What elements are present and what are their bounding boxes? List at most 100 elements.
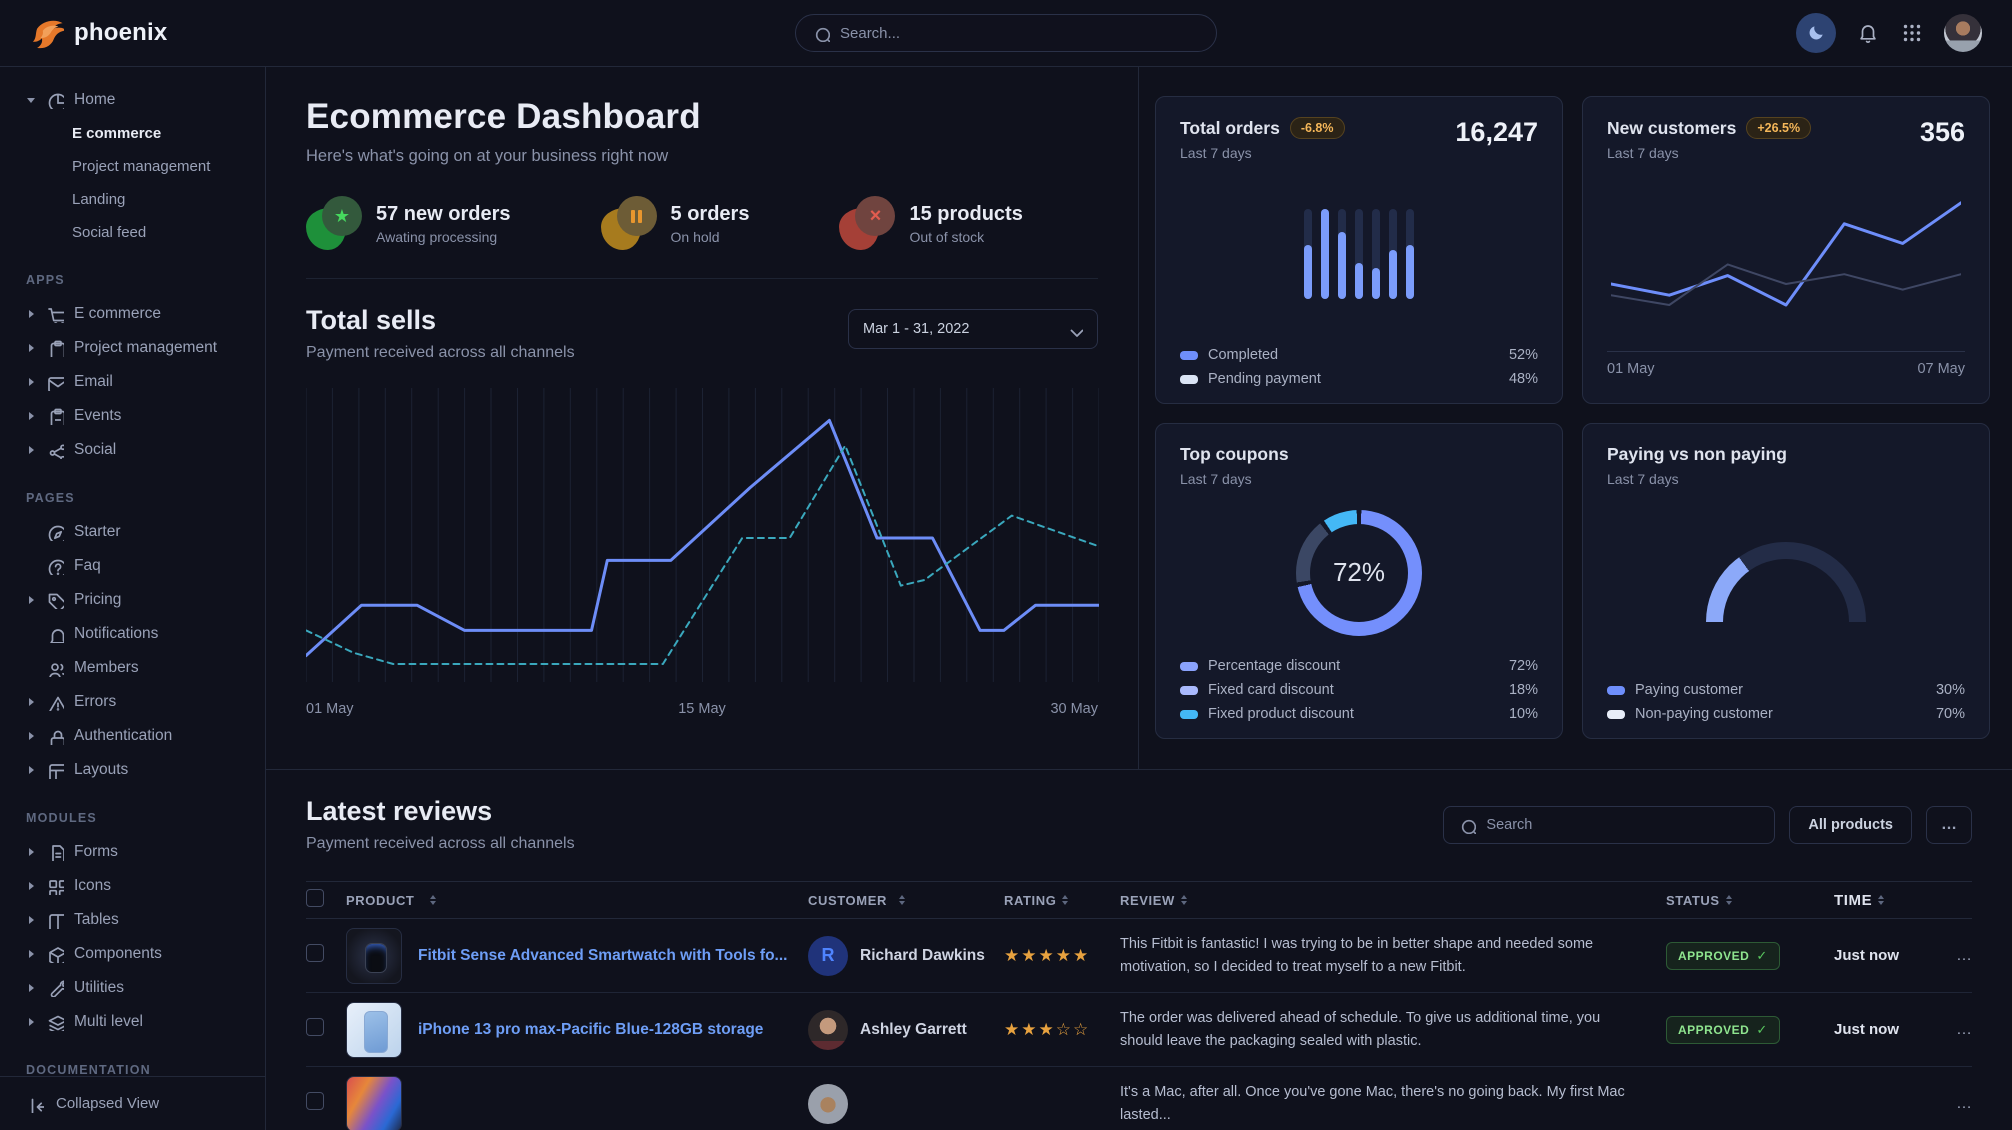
row-checkbox[interactable]	[306, 1018, 324, 1036]
collapse-label: Collapsed View	[56, 1095, 159, 1112]
new-orders-blob: ★	[306, 196, 362, 252]
sidebar-item-e-commerce[interactable]: E commerce	[0, 117, 265, 150]
stat-caption: Awating processing	[376, 229, 511, 245]
row-more-button[interactable]: …	[1944, 1021, 1972, 1039]
navbar-actions	[1796, 13, 1982, 53]
customer-cell[interactable]: R Richard Dawkins	[808, 936, 1004, 976]
product-thumbnail[interactable]	[346, 928, 402, 984]
sidebar-item-members[interactable]: Members	[0, 651, 265, 685]
caret-down-icon	[27, 98, 35, 103]
order-stats-row: ★ 57 new orders Awating processing	[306, 196, 1098, 279]
customer-cell[interactable]: Ashley Garrett	[808, 1010, 1004, 1050]
stat-out-of-stock: × 15 products Out of stock	[839, 196, 1022, 252]
sidebar-item-events[interactable]: Events	[0, 399, 265, 433]
column-header-time[interactable]: TIME	[1834, 892, 1944, 909]
new-customers-value: 356	[1920, 117, 1965, 148]
caret-right-icon	[29, 310, 34, 318]
sidebar-item-utilities[interactable]: Utilities	[0, 971, 265, 1005]
sidebar-item-pricing[interactable]: Pricing	[0, 583, 265, 617]
product-link[interactable]: Fitbit Sense Advanced Smartwatch with To…	[418, 947, 787, 965]
sidebar-section-apps: APPS	[0, 249, 265, 297]
all-products-button[interactable]: All products	[1789, 806, 1912, 844]
apps-grid-button[interactable]	[1900, 21, 1924, 45]
star-icon: ★	[1039, 1020, 1056, 1039]
global-search-input[interactable]	[840, 25, 1200, 42]
sidebar-item-errors[interactable]: Errors	[0, 685, 265, 719]
row-more-button[interactable]: …	[1944, 1095, 1972, 1113]
select-all-checkbox[interactable]	[306, 889, 324, 907]
top-navbar: phoenix	[0, 0, 2012, 67]
review-text: This Fitbit is fantastic! I was trying t…	[1120, 933, 1636, 978]
customer-name: Richard Dawkins	[860, 947, 985, 965]
sidebar-item-faq[interactable]: Faq	[0, 549, 265, 583]
sidebar-item-social-feed[interactable]: Social feed	[0, 216, 265, 249]
card-title: Top coupons	[1180, 444, 1289, 465]
sidebar-item-notifications[interactable]: Notifications	[0, 617, 265, 651]
notifications-button[interactable]	[1856, 21, 1880, 45]
rating-stars: ★★★☆☆	[1004, 1020, 1090, 1039]
sidebar-item-social[interactable]: Social	[0, 433, 265, 467]
sidebar-item-authentication[interactable]: Authentication	[0, 719, 265, 753]
caret-right-icon	[29, 848, 34, 856]
caret-right-icon	[29, 882, 34, 890]
date-range-select[interactable]: Mar 1 - 31, 2022	[848, 309, 1098, 349]
moon-icon	[1806, 23, 1826, 43]
sidebar-item-project-management[interactable]: Project management	[0, 150, 265, 183]
lock-icon	[46, 727, 64, 745]
product-thumbnail[interactable]	[346, 1076, 402, 1130]
review-row: iPhone 13 pro max-Pacific Blue-128GB sto…	[306, 993, 1972, 1067]
sidebar-item-home[interactable]: Home	[0, 83, 265, 117]
sort-icon	[1726, 895, 1732, 905]
row-more-button[interactable]: …	[1944, 947, 1972, 965]
column-header-rating[interactable]: RATING	[1004, 893, 1120, 908]
sidebar-item-layouts[interactable]: Layouts	[0, 753, 265, 787]
cart-icon	[46, 305, 64, 323]
layers-icon	[46, 1013, 64, 1031]
global-search[interactable]	[795, 14, 1217, 52]
product-thumbnail[interactable]	[346, 1002, 402, 1058]
sidebar-item-e-commerce[interactable]: E commerce	[0, 297, 265, 331]
total-sells-header: Total sells Payment received across all …	[306, 305, 1098, 362]
review-text: The order was delivered ahead of schedul…	[1120, 1007, 1636, 1052]
product-link[interactable]: iPhone 13 pro max-Pacific Blue-128GB sto…	[418, 1021, 763, 1039]
collapse-sidebar-button[interactable]: Collapsed View	[0, 1076, 265, 1130]
star-icon: ★	[1004, 946, 1021, 965]
columns-icon	[46, 911, 64, 929]
sidebar-item-project-management[interactable]: Project management	[0, 331, 265, 365]
sidebar-item-landing[interactable]: Landing	[0, 183, 265, 216]
column-header-customer[interactable]: CUSTOMER	[808, 893, 1004, 908]
check-icon: ✓	[1756, 1022, 1767, 1038]
stat-orders-on-hold: 5 orders On hold	[601, 196, 750, 252]
sidebar-item-tables[interactable]: Tables	[0, 903, 265, 937]
row-checkbox[interactable]	[306, 1092, 324, 1110]
new-customers-x-labels: 01 May 07 May	[1607, 351, 1965, 377]
reviews-table: PRODUCT CUSTOMER RATING REVIEW STATUS	[306, 881, 1972, 1130]
card-period: Last 7 days	[1180, 145, 1345, 161]
brand-logo[interactable]: phoenix	[30, 16, 167, 50]
column-header-product[interactable]: PRODUCT	[346, 893, 808, 908]
sidebar-item-forms[interactable]: Forms	[0, 835, 265, 869]
user-avatar[interactable]	[1944, 14, 1982, 52]
reviews-search-input[interactable]	[1486, 817, 1760, 833]
review-time: Just now	[1834, 947, 1944, 964]
sidebar-item-components[interactable]: Components	[0, 937, 265, 971]
column-header-review[interactable]: REVIEW	[1120, 893, 1666, 908]
box-icon	[46, 945, 64, 963]
latest-reviews-section: Latest reviews Payment received across a…	[266, 770, 2012, 1130]
theme-toggle-button[interactable]	[1796, 13, 1836, 53]
reviews-search[interactable]	[1443, 806, 1775, 844]
sidebar-item-email[interactable]: Email	[0, 365, 265, 399]
total-sells-chart	[306, 388, 1099, 688]
column-header-status[interactable]: STATUS	[1666, 893, 1834, 908]
reviews-more-button[interactable]: …	[1926, 806, 1972, 844]
row-checkbox[interactable]	[306, 944, 324, 962]
card-title: Paying vs non paying	[1607, 444, 1787, 465]
star-icon: ☆	[1056, 1020, 1073, 1039]
star-icon: ★	[1021, 946, 1038, 965]
customer-cell[interactable]	[808, 1084, 1004, 1124]
sidebar-item-multi-level[interactable]: Multi level	[0, 1005, 265, 1039]
star-icon: ★	[1073, 946, 1090, 965]
caret-right-icon	[29, 732, 34, 740]
sidebar-item-starter[interactable]: Starter	[0, 515, 265, 549]
sidebar-item-icons[interactable]: Icons	[0, 869, 265, 903]
